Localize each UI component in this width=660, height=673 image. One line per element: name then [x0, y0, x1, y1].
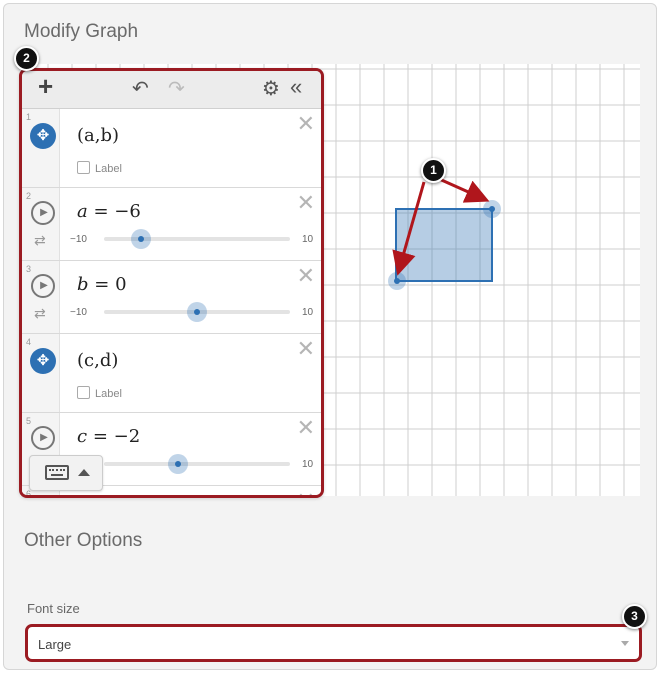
delete-expression-icon[interactable]: ✕ [297, 490, 315, 496]
collapse-list-icon[interactable]: « [290, 75, 302, 99]
loop-icon[interactable]: ⇄ [34, 305, 46, 322]
expression-index: 1 [26, 112, 32, 122]
slider-track[interactable] [104, 229, 290, 249]
play-icon[interactable]: ▶ [31, 426, 55, 450]
slider-min[interactable]: −10 [70, 234, 87, 245]
play-icon[interactable]: ▶ [31, 274, 55, 298]
expression-list: + ↶ ↷ ⚙ « 1 ✥ (a,b) ✕ Label 2 ▶ ⇄ a = −6… [19, 68, 324, 498]
font-size-select[interactable]: Large [25, 624, 642, 662]
expression-formula[interactable]: (a,b) [77, 125, 119, 146]
expression-index: 4 [26, 337, 32, 347]
label-checkbox[interactable]: Label [77, 386, 122, 400]
slider-track[interactable] [104, 454, 290, 474]
expression-row[interactable]: 4 ✥ (c,d) ✕ Label [22, 334, 321, 413]
callout-badge-1: 1 [421, 158, 446, 183]
expression-formula[interactable]: a = −6 [77, 201, 141, 222]
font-size-label: Font size [27, 601, 80, 616]
keyboard-toggle-button[interactable] [29, 455, 103, 491]
chevron-up-icon [78, 469, 90, 476]
delete-expression-icon[interactable]: ✕ [297, 192, 315, 214]
expression-index: 5 [26, 416, 32, 426]
slider-max[interactable]: 10 [302, 307, 313, 318]
expression-toolbar: + ↶ ↷ ⚙ « [22, 71, 321, 109]
redo-icon[interactable]: ↷ [168, 77, 185, 101]
checkbox-icon[interactable] [77, 161, 90, 174]
move-point-icon[interactable]: ✥ [30, 348, 56, 374]
slider-handle[interactable] [187, 302, 207, 322]
other-options-title: Other Options [24, 530, 143, 551]
expression-formula[interactable]: b = 0 [77, 274, 127, 295]
expression-row[interactable]: 3 ▶ ⇄ b = 0 ✕ −10 10 [22, 261, 321, 334]
point-latex: (c,d) [77, 350, 119, 371]
label-checkbox[interactable]: Label [77, 161, 122, 175]
delete-expression-icon[interactable]: ✕ [297, 338, 315, 360]
expression-row[interactable]: 1 ✥ (a,b) ✕ Label [22, 109, 321, 188]
add-expression-button[interactable]: + [38, 73, 53, 99]
delete-expression-icon[interactable]: ✕ [297, 113, 315, 135]
slider-track[interactable] [104, 302, 290, 322]
slider-max[interactable]: 10 [302, 234, 313, 245]
chevron-down-icon [621, 641, 629, 646]
delete-expression-icon[interactable]: ✕ [297, 417, 315, 439]
keyboard-icon [45, 465, 69, 480]
move-point-icon[interactable]: ✥ [30, 123, 56, 149]
slider-min[interactable]: −10 [70, 307, 87, 318]
modify-graph-panel: Modify Graph + ↶ ↷ ⚙ « 1 ✥ (a,b) ✕ Label… [3, 3, 657, 670]
slider-handle[interactable] [168, 454, 189, 474]
undo-icon[interactable]: ↶ [132, 77, 149, 101]
callout-badge-2: 2 [14, 46, 39, 71]
slider-handle[interactable] [131, 229, 152, 249]
delete-expression-icon[interactable]: ✕ [297, 265, 315, 287]
gear-icon[interactable]: ⚙ [262, 77, 280, 101]
font-size-value: Large [38, 637, 72, 652]
expression-formula[interactable]: c = −2 [77, 426, 140, 447]
expression-index: 2 [26, 191, 32, 201]
point-latex: (a,b) [77, 125, 120, 146]
expression-index: 3 [26, 264, 32, 274]
expression-row[interactable]: 2 ▶ ⇄ a = −6 ✕ −10 10 [22, 188, 321, 261]
callout-badge-3: 3 [622, 604, 647, 629]
slider-max[interactable]: 10 [302, 459, 313, 470]
expression-formula[interactable]: (c,d) [77, 350, 118, 371]
modify-graph-title: Modify Graph [24, 21, 139, 42]
loop-icon[interactable]: ⇄ [34, 232, 46, 249]
play-icon[interactable]: ▶ [31, 201, 55, 225]
checkbox-icon[interactable] [77, 386, 90, 399]
